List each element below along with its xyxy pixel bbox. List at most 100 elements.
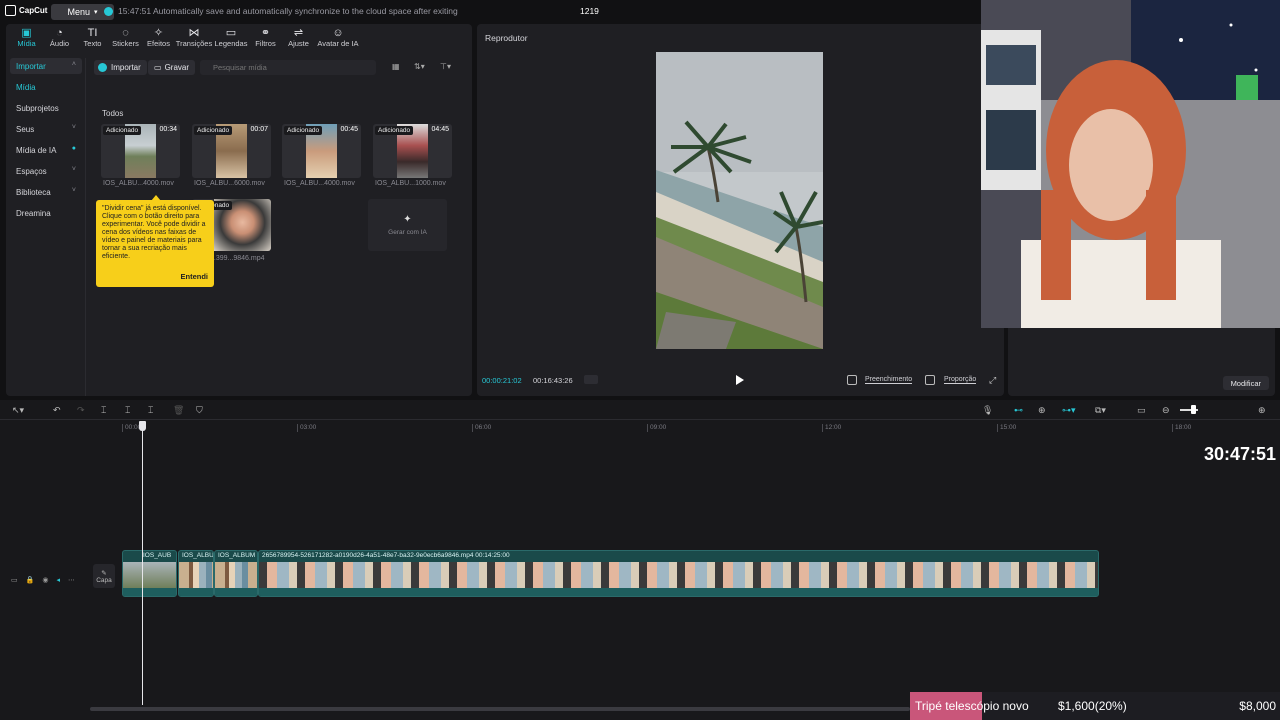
media-thumb[interactable]: Adicionado 04:45 xyxy=(373,124,452,178)
clip-thumbnails xyxy=(215,562,257,588)
sidebar-item-spaces[interactable]: Espaços ˅ xyxy=(10,163,82,179)
tab-transitions[interactable]: ⋈ Transições xyxy=(175,26,213,54)
record-button[interactable]: ▭ Gravar xyxy=(148,60,196,75)
eye-icon[interactable]: ◉ xyxy=(42,576,48,584)
ruler-tick: 18:00 xyxy=(1171,424,1192,432)
goal-name: Tripé telescópio novo xyxy=(910,692,1029,720)
more-icon[interactable]: ⋯ xyxy=(68,576,75,584)
project-title[interactable]: 1219 xyxy=(580,6,599,16)
tab-media[interactable]: ▣ Mídia xyxy=(10,26,43,54)
split-left-icon[interactable]: ⌶ xyxy=(125,405,130,416)
edit-icon: ✎ xyxy=(101,569,107,577)
sidebar-item-subprojects[interactable]: Subprojetos xyxy=(10,100,82,116)
captions-icon: ▭ xyxy=(225,27,237,39)
undo-icon[interactable]: ↶ xyxy=(53,405,61,416)
sidebar-item-import[interactable]: Importar ˄ xyxy=(10,58,82,74)
sidebar-item-yours[interactable]: Seus ˅ xyxy=(10,121,82,137)
delete-icon[interactable]: 🗑 xyxy=(173,405,184,416)
media-thumb[interactable]: Adicionado 00:07 xyxy=(192,124,271,178)
tab-filters[interactable]: ⚭ Filtros xyxy=(249,26,282,54)
tiktok-icon[interactable] xyxy=(847,375,857,385)
media-thumb[interactable]: Adicionado 00:45 xyxy=(282,124,361,178)
media-icon: ▣ xyxy=(21,27,32,39)
fullscreen-icon[interactable]: ⤢ xyxy=(989,375,996,386)
split-scene-tooltip: "Dividir cena" já está disponível. Cliqu… xyxy=(96,200,214,287)
split-right-icon[interactable]: ⌶ xyxy=(148,405,153,416)
player-panel: Reprodutor 00:00:21:02 00:16:43:26 Preen… xyxy=(477,24,1004,396)
sidebar-item-media[interactable]: Mídia xyxy=(10,79,82,95)
timeline-scrollbar[interactable] xyxy=(90,707,910,711)
time-ruler[interactable]: 00:00 03:00 06:00 09:00 12:00 15:00 18:0… xyxy=(121,422,1280,434)
redo-icon[interactable]: ↷ xyxy=(77,405,85,416)
tab-stickers[interactable]: ◌ Stickers xyxy=(109,26,142,54)
ruler-tick: 12:00 xyxy=(821,424,842,432)
clip-thumbnails xyxy=(123,562,176,588)
playhead-line[interactable] xyxy=(142,422,143,705)
sort-icon[interactable]: ⇅▾ xyxy=(414,62,425,71)
clip-thumbnails xyxy=(179,562,213,588)
sparkle-icon: ✦ xyxy=(403,214,412,225)
lock-icon[interactable]: 🔒 xyxy=(26,576,35,584)
play-button[interactable] xyxy=(736,375,744,385)
plus-icon xyxy=(98,63,107,72)
ratio-button[interactable]: Proporção xyxy=(944,376,977,384)
shield-icon[interactable]: ⛉ xyxy=(196,405,203,416)
playhead-handle[interactable] xyxy=(139,421,146,431)
beach-scene xyxy=(656,52,823,349)
stream-timer: 30:47:51 xyxy=(1203,444,1276,464)
timeline-toolbar: ↖▾ ↶ ↷ ⌶ ⌶ ⌶ 🗑 ⛉ 🎙 ⊷ ⊕ ⊶▾ ⧉▾ ▭ ⊖ ⊕ xyxy=(0,400,1280,420)
screenshot-icon[interactable] xyxy=(925,375,935,385)
effects-icon: ✧ xyxy=(153,27,164,39)
adjust-icon: ⇌ xyxy=(293,27,304,39)
chevron-down-icon: ˅ xyxy=(71,166,76,173)
cover-button[interactable]: ✎ Capa xyxy=(93,564,115,588)
tab-ai-avatar[interactable]: ☺ Avatar de IA xyxy=(315,26,361,54)
zoom-in-icon[interactable]: ⊕ xyxy=(1258,405,1266,416)
tab-captions[interactable]: ▭ Legendas xyxy=(213,26,249,54)
sidebar-item-ai-media[interactable]: Mídia de IA ● xyxy=(10,142,82,158)
tab-effects[interactable]: ✧ Efeitos xyxy=(142,26,175,54)
player-title: Reprodutor xyxy=(485,33,528,43)
timeline-zoom-icon[interactable] xyxy=(584,375,598,384)
sidebar-item-dreamina[interactable]: Dreamina xyxy=(10,205,82,221)
tab-adjust[interactable]: ⇌ Ajuste xyxy=(282,26,315,54)
ruler-tick: 03:00 xyxy=(296,424,317,432)
track-cover-icon[interactable]: ▭ xyxy=(11,576,18,584)
select-tool-icon[interactable]: ↖▾ xyxy=(12,405,24,416)
track-header: ▭ 🔒 ◉ ◂ ⋯ xyxy=(8,568,90,592)
search-input[interactable] xyxy=(200,60,376,75)
timeline-clip[interactable]: IOS_ALBU xyxy=(178,550,214,597)
magnet-link-icon[interactable]: ⊷ xyxy=(1014,405,1023,416)
got-it-button[interactable]: Entendi xyxy=(181,273,209,281)
snap-icon[interactable]: ⊕ xyxy=(1038,405,1046,416)
zoom-out-icon[interactable]: ⊖ xyxy=(1162,405,1170,416)
goal-total: $8,000 xyxy=(1239,699,1276,713)
generate-ai-button[interactable]: ✦ Gerar com IA xyxy=(368,199,447,251)
timeline-clip[interactable]: 2656789954-526171282-a0190d26-4a51-48e7-… xyxy=(258,550,1099,597)
timeline-clip[interactable]: IOS_ALBUM xyxy=(214,550,258,597)
media-thumb[interactable]: Adicionado 00:34 xyxy=(101,124,180,178)
filter-icon[interactable]: ⊤▾ xyxy=(440,62,451,71)
webcam-overlay xyxy=(981,0,1280,328)
sidebar-item-library[interactable]: Biblioteca ˅ xyxy=(10,184,82,200)
fill-button[interactable]: Preenchimento xyxy=(865,376,913,384)
media-filename: IOS_ALBU...4000.mov xyxy=(103,180,174,187)
chevron-down-icon: ▾ xyxy=(94,9,98,16)
grid-view-icon[interactable]: ▦ xyxy=(392,62,400,71)
preview-axis-icon[interactable]: ⧉▾ xyxy=(1095,405,1106,416)
microphone-icon[interactable]: 🎙 xyxy=(982,405,993,416)
split-icon[interactable]: ⌶ xyxy=(101,405,106,416)
timeline-clip[interactable]: IOS_AUB xyxy=(122,550,177,597)
tab-text[interactable]: TI Texto xyxy=(76,26,109,54)
tab-audio[interactable]: ◔ Áudio xyxy=(43,26,76,54)
import-button[interactable]: Importar xyxy=(94,60,147,75)
caption-icon[interactable]: ▭ xyxy=(1137,405,1146,416)
zoom-slider-handle[interactable] xyxy=(1191,405,1196,414)
new-badge-icon: ● xyxy=(71,145,76,152)
video-preview[interactable] xyxy=(656,52,823,349)
audio-toggle-icon[interactable]: ◂ xyxy=(56,576,60,584)
ruler-tick: 15:00 xyxy=(996,424,1017,432)
modify-button[interactable]: Modificar xyxy=(1222,376,1269,390)
linkage-icon[interactable]: ⊶▾ xyxy=(1062,405,1076,416)
avatar-icon: ☺ xyxy=(332,27,344,39)
